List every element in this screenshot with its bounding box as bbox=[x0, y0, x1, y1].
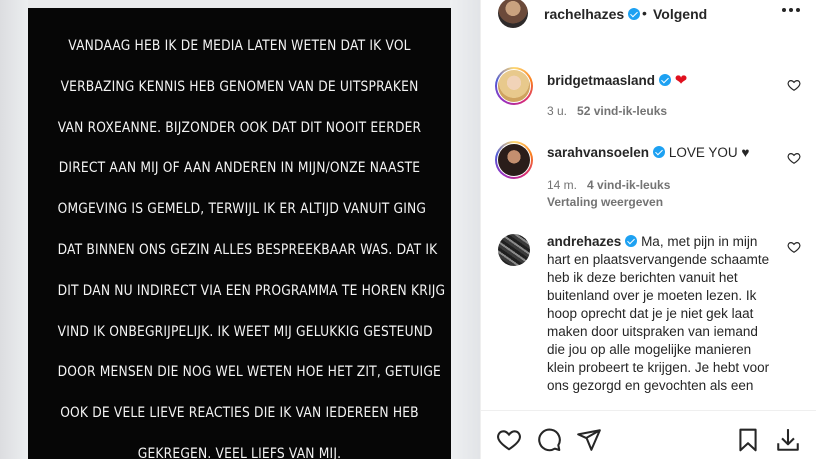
comment-username[interactable]: bridgetmaasland bbox=[547, 73, 655, 88]
post-header: rachelhazes • Volgend bbox=[481, 0, 816, 30]
comment-text: sarahvansoelen LOVE YOU ♥ bbox=[547, 144, 777, 162]
story-line: DAT BINNEN ONS GEZIN ALLES BESPREEKBAAR … bbox=[57, 241, 438, 258]
verified-badge-icon bbox=[625, 235, 638, 247]
comment-time[interactable]: 14 m. bbox=[547, 178, 577, 192]
author-username[interactable]: rachelhazes bbox=[544, 6, 641, 22]
header-separator: • bbox=[642, 5, 647, 21]
comment-time[interactable]: 3 u. bbox=[547, 104, 567, 118]
follow-button[interactable]: Volgend bbox=[653, 6, 707, 22]
commenter-avatar[interactable] bbox=[498, 234, 530, 266]
post-media: VANDAAG HEB IK DE MEDIA LATEN WETEN DAT … bbox=[0, 0, 480, 459]
red-heart-emoji: ❤ bbox=[674, 72, 688, 89]
heart-outline-icon[interactable] bbox=[787, 78, 801, 92]
translate-link[interactable]: Vertaling weergeven bbox=[547, 195, 663, 209]
story-line: OMGEVING IS GEMELD, TERWIJL IK ER ALTIJD… bbox=[57, 201, 427, 218]
story-line: DIT DAN NU INDIRECT VIA EEN PROGRAMMA TE… bbox=[57, 282, 446, 299]
comment-likes[interactable]: 4 vind-ik-leuks bbox=[587, 178, 670, 192]
heart-icon[interactable] bbox=[496, 427, 522, 453]
author-avatar[interactable] bbox=[498, 0, 528, 28]
media-shadow-left bbox=[0, 0, 28, 459]
bookmark-icon[interactable] bbox=[735, 427, 761, 453]
story-line: VAN ROXEANNE. BIJZONDER OOK DAT DIT NOOI… bbox=[57, 119, 422, 136]
comment-body: LOVE YOU ♥ bbox=[668, 145, 750, 160]
comment-icon[interactable] bbox=[536, 427, 562, 453]
heart-outline-icon[interactable] bbox=[787, 151, 801, 165]
comment-meta: 3 u. 52 vind-ik-leuks bbox=[547, 104, 667, 118]
comment-likes[interactable]: 52 vind-ik-leuks bbox=[577, 104, 667, 118]
media-shadow-right bbox=[450, 0, 480, 459]
story-line: VIND IK ONBEGRIJPELIJK. IK WEET MIJ GELU… bbox=[57, 323, 433, 340]
more-horizontal-icon[interactable] bbox=[781, 7, 801, 13]
share-icon[interactable] bbox=[576, 427, 602, 453]
comment-text: andrehazes Ma, met pijn in mijn hart en … bbox=[547, 233, 777, 395]
story-line: GEKREGEN. VEEL LIEFS VAN MIJ. bbox=[137, 445, 342, 459]
comments-panel: rachelhazes • Volgend bridgetmaasland ❤ … bbox=[480, 0, 816, 459]
comment-username[interactable]: sarahvansoelen bbox=[547, 145, 649, 160]
story-line: DOOR MENSEN DIE NOG WEL WETEN HOE HET ZI… bbox=[57, 364, 441, 381]
verified-badge-icon bbox=[628, 8, 641, 20]
comment-body: Ma, met pijn in mijn hart en plaatsverva… bbox=[547, 234, 770, 393]
commenter-avatar[interactable] bbox=[498, 144, 530, 176]
commenter-avatar[interactable] bbox=[498, 70, 530, 102]
story-line: VERBAZING KENNIS HEB GENOMEN VAN DE UITS… bbox=[60, 78, 419, 95]
comment-meta: 14 m. 4 vind-ik-leuks bbox=[547, 178, 670, 192]
story-line: OOK DE VELE LIEVE REACTIES DIE IK VAN IE… bbox=[60, 405, 419, 422]
comment-list[interactable]: bridgetmaasland ❤ 3 u. 52 vind-ik-leuks s… bbox=[481, 48, 816, 410]
download-icon[interactable] bbox=[775, 427, 801, 453]
verified-badge-icon bbox=[659, 74, 672, 86]
verified-badge-icon bbox=[653, 146, 666, 158]
story-text: VANDAAG HEB IK DE MEDIA LATEN WETEN DAT … bbox=[28, 26, 451, 459]
post-actions-bar bbox=[481, 410, 816, 459]
comment-text: bridgetmaasland ❤ bbox=[547, 72, 777, 90]
author-username-text[interactable]: rachelhazes bbox=[544, 6, 624, 22]
comment-username[interactable]: andrehazes bbox=[547, 234, 621, 249]
story-line: DIRECT AAN MIJ OF AAN ANDEREN IN MIJN/ON… bbox=[58, 160, 421, 177]
heart-outline-icon[interactable] bbox=[787, 240, 801, 254]
story-line: VANDAAG HEB IK DE MEDIA LATEN WETEN DAT … bbox=[68, 38, 411, 54]
story-image: VANDAAG HEB IK DE MEDIA LATEN WETEN DAT … bbox=[28, 8, 451, 459]
